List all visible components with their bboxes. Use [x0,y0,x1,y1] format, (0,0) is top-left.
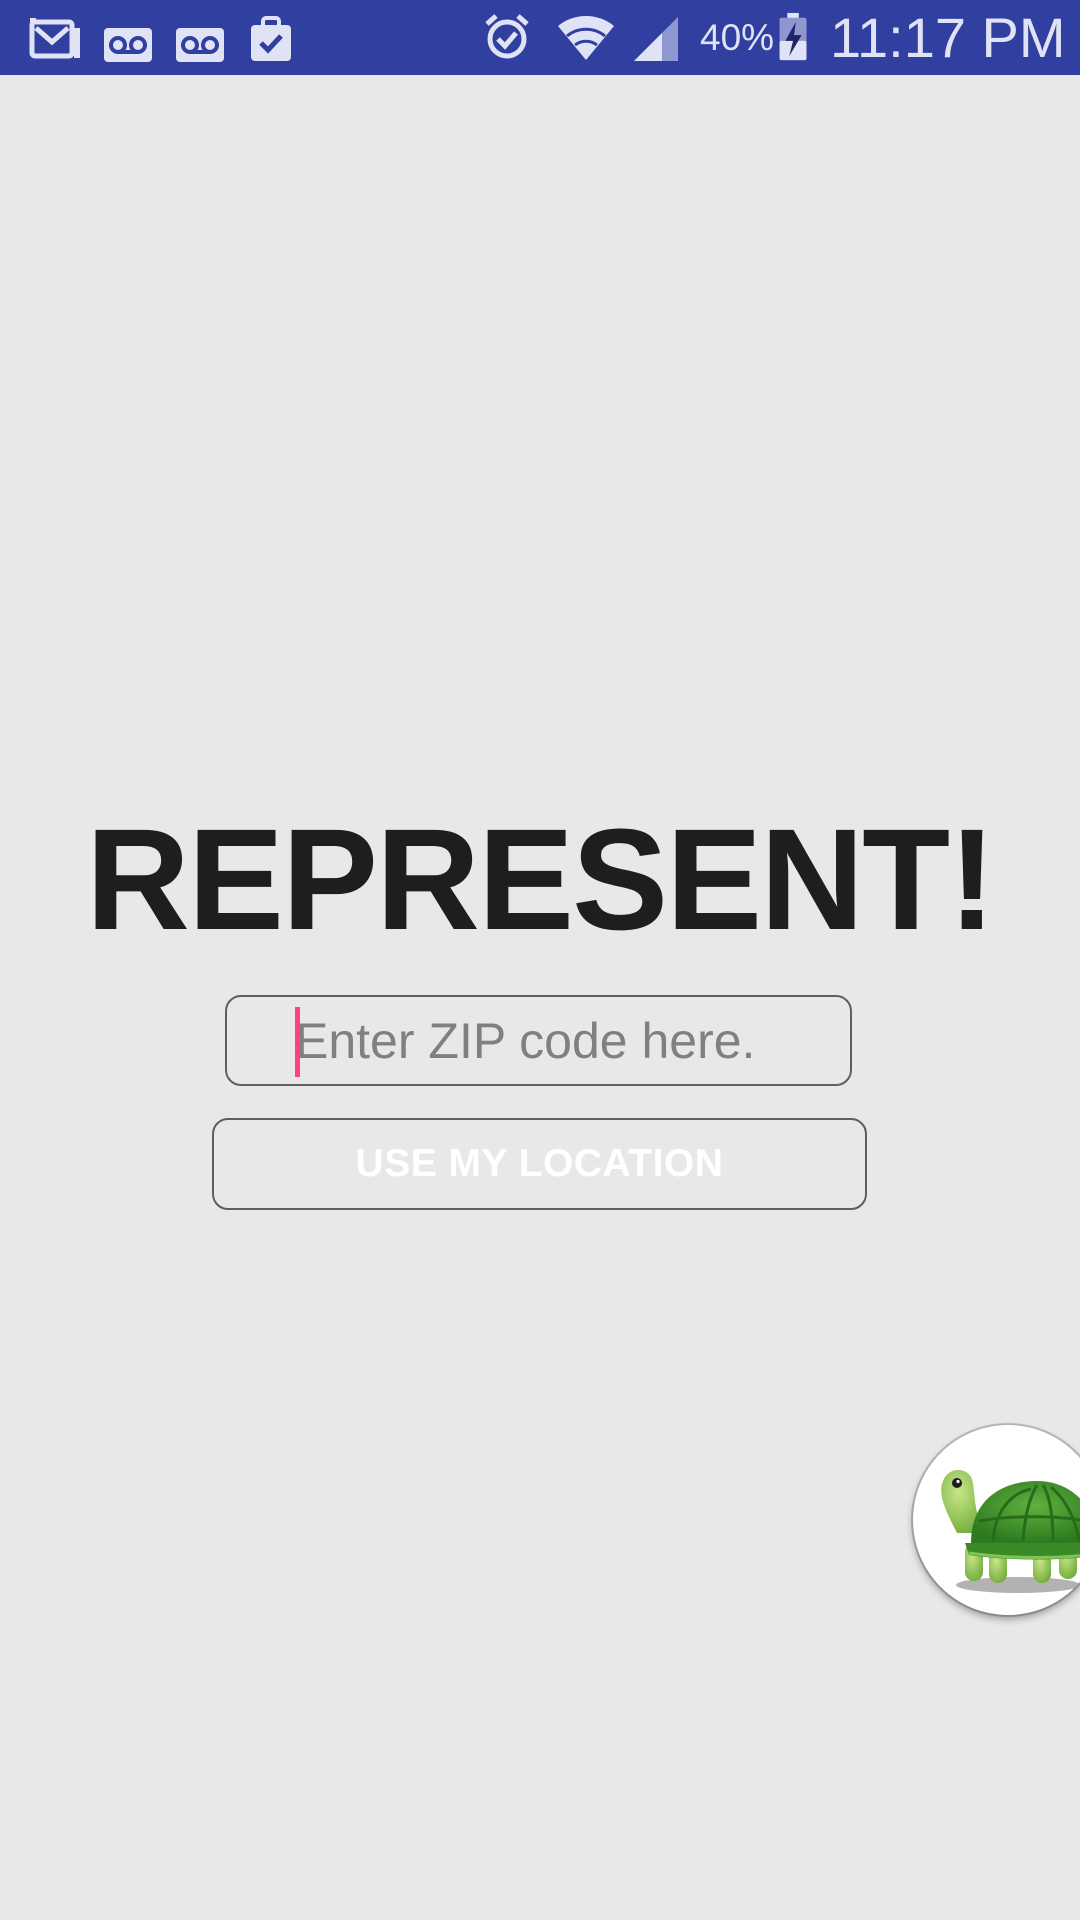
app-title: REPRESENT! [85,799,996,960]
wifi-icon [558,15,614,60]
battery-charging-icon [779,12,807,61]
voicemail-icon [104,28,152,62]
use-my-location-button[interactable]: USE MY LOCATION [212,1118,867,1210]
zip-code-input[interactable] [295,997,845,1084]
status-bar: 40% 11:17 PM [0,0,1080,75]
turtle-icon [941,1469,1080,1593]
gmail-icon [29,18,80,59]
text-cursor [295,1007,300,1077]
zip-code-field[interactable] [225,995,852,1086]
voicemail-icon [176,28,224,62]
battery-percent: 40% [700,17,775,58]
signal-icon [634,17,678,61]
floating-turtle-bubble[interactable] [913,1425,1080,1615]
status-bar-clock: 11:17 PM [830,6,1066,69]
clipboard-check-icon [251,16,291,61]
alarm-icon [485,14,529,59]
